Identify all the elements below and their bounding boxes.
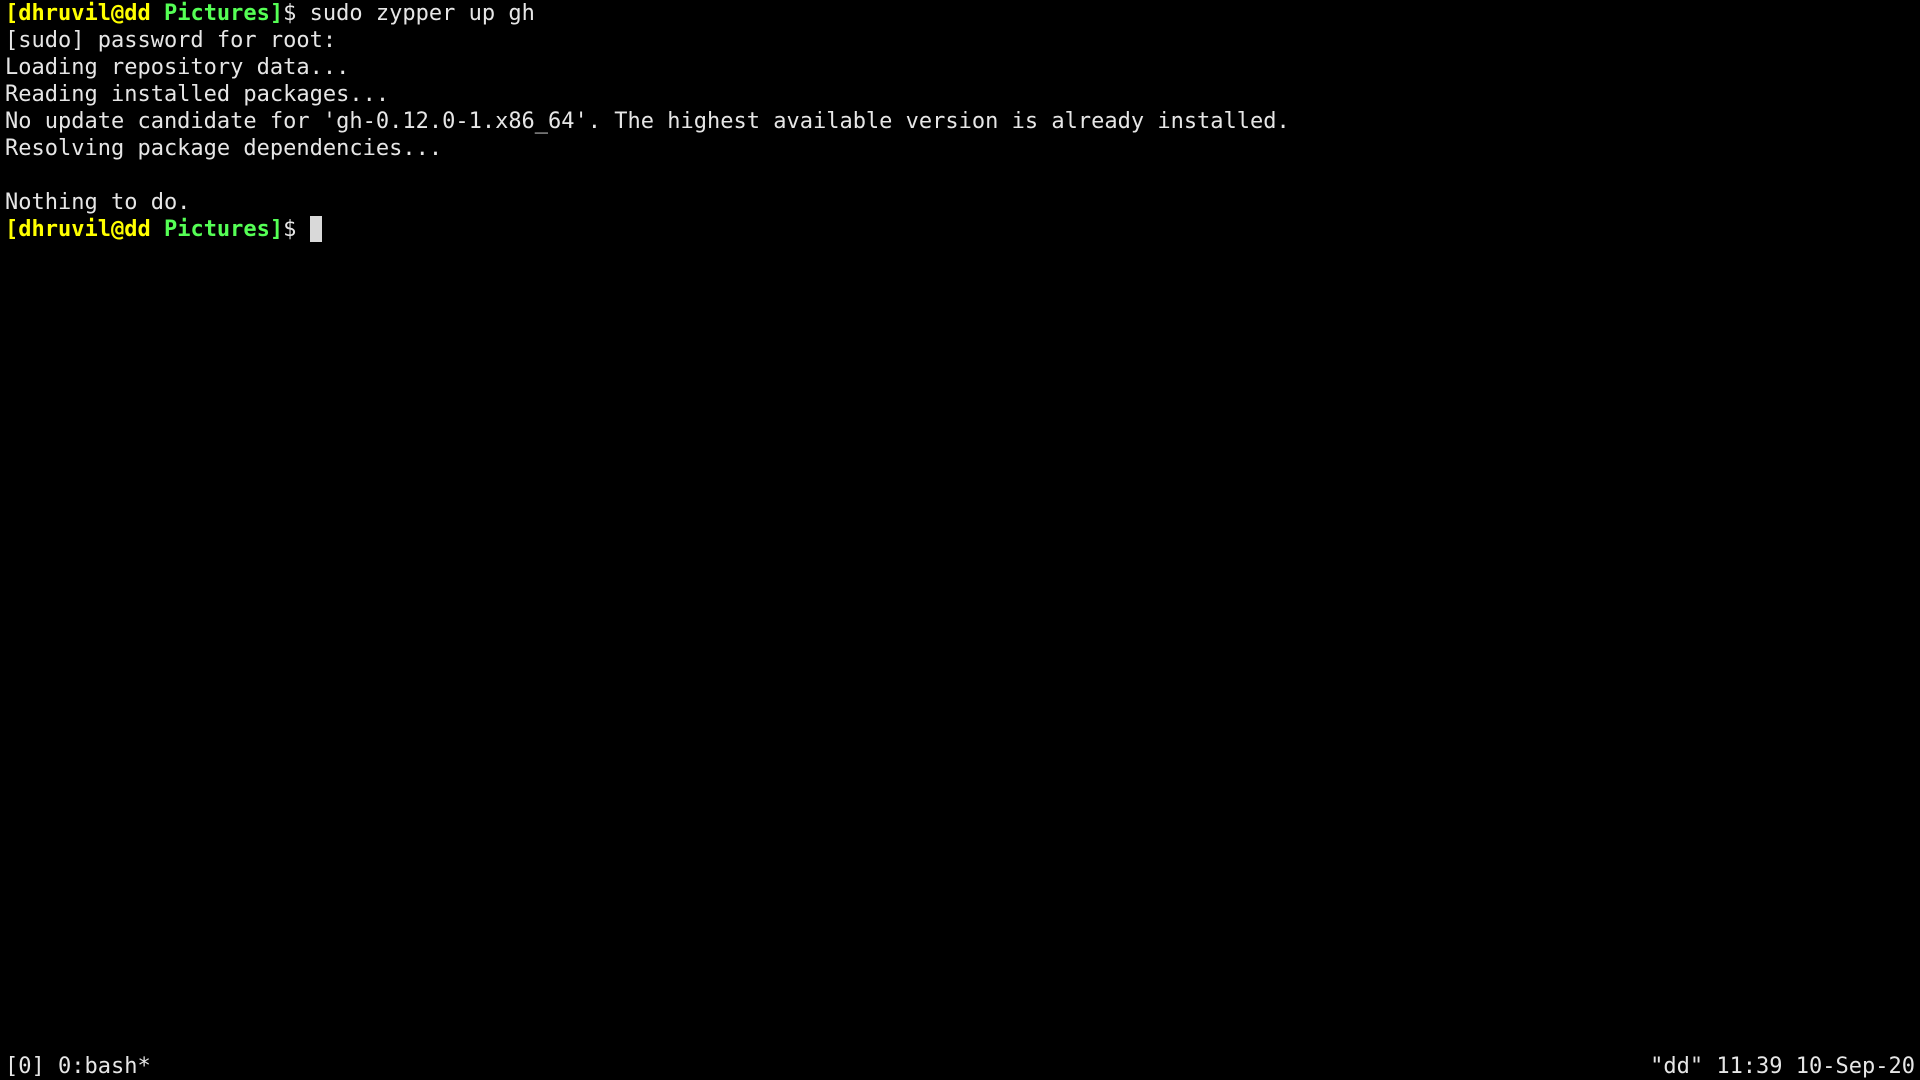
command-text: sudo zypper up gh — [309, 1, 535, 26]
output-line: Loading repository data... — [5, 55, 350, 80]
prompt-cwd: Pictures] — [163, 1, 284, 26]
tmux-status-bar: [0] 0:bash* "dd" 11:39 10-Sep-20 — [0, 1053, 1920, 1080]
active-prompt-line[interactable]: [dhruvil@dd Pictures]$ — [5, 216, 1920, 243]
session-clock: "dd" 11:39 10-Sep-20 — [1650, 1054, 1915, 1079]
command-line: [dhruvil@dd Pictures]$ sudo zypper up gh — [5, 0, 1920, 27]
window-list[interactable]: [0] 0:bash* — [5, 1053, 151, 1080]
output-line: No update candidate for 'gh-0.12.0-1.x86… — [5, 109, 1290, 134]
prompt-symbol: $ — [283, 1, 310, 26]
prompt-user-host: [dhruvil@dd — [5, 1, 151, 26]
prompt-user-host: [dhruvil@dd — [5, 217, 151, 242]
prompt-cwd: Pictures] — [163, 217, 284, 242]
terminal-window[interactable]: [dhruvil@dd Pictures]$ sudo zypper up gh… — [0, 0, 1920, 1080]
output-line: Nothing to do. — [5, 190, 191, 215]
text-cursor — [309, 216, 322, 242]
output-line: [sudo] password for root: — [5, 28, 337, 53]
output-line: Reading installed packages... — [5, 82, 390, 107]
prompt-symbol: $ — [283, 217, 310, 242]
output-line: Resolving package dependencies... — [5, 136, 443, 161]
terminal-output: [dhruvil@dd Pictures]$ sudo zypper up gh… — [5, 0, 1920, 243]
